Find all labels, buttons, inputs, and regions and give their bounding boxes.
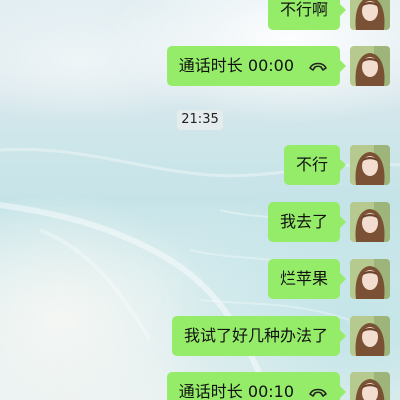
message-bubble[interactable]: 我试了好几种办法了 <box>171 316 347 356</box>
message-row: 我去了 <box>267 202 390 242</box>
avatar[interactable] <box>350 372 390 400</box>
message-bubble[interactable]: 不行 <box>283 145 347 185</box>
message-row: 我试了好几种办法了 <box>171 316 390 356</box>
message-bubble[interactable]: 不行啊 <box>267 0 347 30</box>
message-text: 不行 <box>295 155 328 174</box>
phone-hangup-icon <box>309 62 327 71</box>
message-text: 我去了 <box>279 212 328 231</box>
avatar[interactable] <box>350 259 390 299</box>
avatar[interactable] <box>350 145 390 185</box>
call-duration-text: 通话时长 00:10 <box>178 382 294 400</box>
call-record-bubble[interactable]: 通话时长 00:00 <box>166 46 347 86</box>
avatar[interactable] <box>350 46 390 86</box>
message-text: 不行啊 <box>279 0 328 19</box>
message-row: 通话时长 00:10 <box>166 372 390 400</box>
avatar[interactable] <box>350 316 390 356</box>
message-row: 通话时长 00:00 <box>166 46 390 86</box>
message-row: 烂苹果 <box>267 259 390 299</box>
avatar[interactable] <box>350 0 390 30</box>
timestamp: 21:35 <box>177 110 223 130</box>
phone-hangup-icon <box>309 388 327 397</box>
message-row: 不行 <box>283 145 390 185</box>
call-record-bubble[interactable]: 通话时长 00:10 <box>166 372 347 400</box>
message-text: 烂苹果 <box>279 269 328 288</box>
message-text: 我试了好几种办法了 <box>183 326 328 345</box>
avatar[interactable] <box>350 202 390 242</box>
message-bubble[interactable]: 我去了 <box>267 202 347 242</box>
message-row: 不行啊 <box>267 0 390 30</box>
call-duration-text: 通话时长 00:00 <box>178 56 294 75</box>
message-bubble[interactable]: 烂苹果 <box>267 259 347 299</box>
